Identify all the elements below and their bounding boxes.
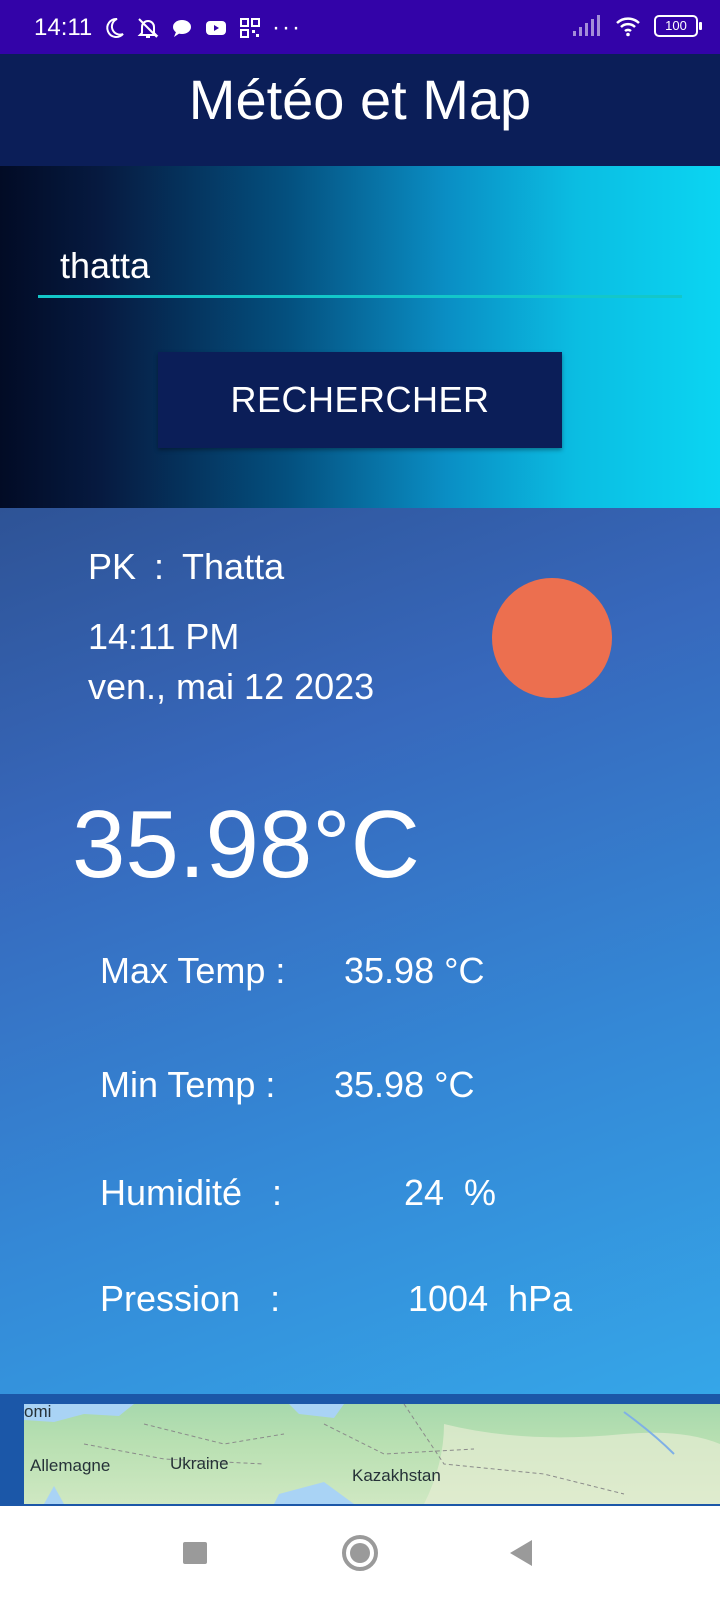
map-container: omi Allemagne Ukraine Kazakhstan (0, 1394, 720, 1506)
map-terrain (24, 1404, 720, 1504)
status-icons-right: 100 (572, 14, 702, 38)
location-row: PK : Thatta (88, 546, 284, 588)
chat-bubble-icon (173, 20, 191, 37)
more-dots-icon: ··· (272, 14, 302, 41)
search-button[interactable]: RECHERCHER (158, 352, 562, 448)
back-triangle-icon[interactable] (506, 1528, 536, 1578)
battery-icon: 100 (654, 15, 702, 37)
map-label: Ukraine (170, 1454, 229, 1473)
status-bar: 14:11 ··· 100 (0, 0, 720, 54)
map-label: Allemagne (30, 1456, 111, 1475)
local-time: 14:11 PM (88, 616, 240, 657)
weather-panel: PK : Thatta 14:11 PM ven., mai 12 2023 3… (0, 508, 720, 1394)
stat-value: 24 % (404, 1172, 497, 1213)
stat-label: Humidité : (100, 1172, 283, 1213)
stat-label: Min Temp : (100, 1064, 276, 1105)
stat-value: 1004 hPa (408, 1278, 573, 1319)
status-time: 14:11 (34, 14, 93, 41)
wifi-icon (616, 17, 640, 37)
current-temperature: 35.98°C (72, 791, 420, 898)
recents-square-icon[interactable] (182, 1528, 208, 1578)
city-name: Thatta (182, 546, 285, 587)
stat-value: 35.98 °C (344, 950, 485, 991)
moon-icon (106, 17, 124, 38)
stat-value: 35.98 °C (334, 1064, 475, 1105)
city-search-input[interactable] (38, 236, 682, 298)
bell-off-icon (137, 18, 159, 38)
app-bar: Météo et Map (0, 54, 720, 166)
app-title: Météo et Map (188, 68, 532, 131)
home-circle-icon[interactable] (340, 1528, 380, 1578)
youtube-icon (206, 21, 226, 35)
search-section: RECHERCHER (0, 166, 720, 508)
map-label: omi (24, 1404, 52, 1421)
map-view[interactable]: omi Allemagne Ukraine Kazakhstan (24, 1404, 720, 1504)
stat-label: Pression : (100, 1278, 281, 1319)
country-code: PK (88, 546, 137, 587)
signal-icon (573, 15, 600, 36)
local-date: ven., mai 12 2023 (88, 666, 375, 707)
location-separator: : (154, 546, 165, 587)
status-icons-left: ··· (102, 14, 302, 42)
map-label: Kazakhstan (352, 1466, 441, 1485)
sun-icon (492, 578, 612, 698)
stat-label: Max Temp : (100, 950, 286, 991)
navigation-bar (0, 1506, 720, 1600)
qr-grid-icon (240, 18, 260, 38)
